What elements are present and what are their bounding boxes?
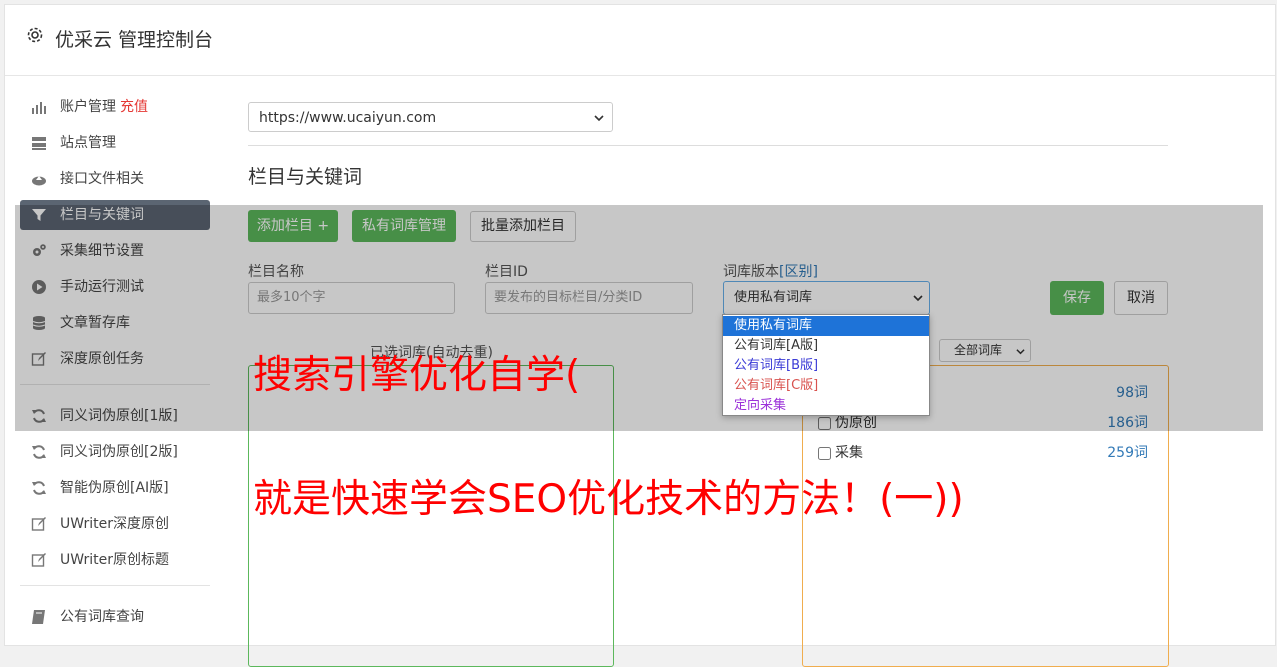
refresh-icon: [32, 481, 46, 495]
edit-icon: [31, 517, 46, 531]
sidebar-item-label: 站点管理: [60, 135, 116, 151]
sidebar-item-label: 接口文件相关: [60, 171, 144, 187]
category-checkbox[interactable]: [818, 446, 831, 460]
sidebar-item-label: 账户管理: [60, 99, 116, 115]
sidebar-item-account[interactable]: 账户管理 充值: [20, 92, 210, 122]
site-select-value: https://www.ucaiyun.com: [259, 110, 437, 126]
sidebar-item-public-lib-query[interactable]: 公有词库查询: [20, 602, 210, 632]
lib-version-dropdown[interactable]: 使用私有词库 公有词库[A版] 公有词库[B版] 公有词库[C版] 定向采集: [722, 314, 930, 416]
category-row[interactable]: 采集: [818, 442, 863, 462]
sidebar-item-label: UWriter原创标题: [60, 552, 169, 568]
sidebar-item-uwriter-deep[interactable]: UWriter深度原创: [20, 509, 210, 539]
dropdown-option[interactable]: 公有词库[A版]: [723, 336, 929, 356]
dropdown-option[interactable]: 公有词库[B版]: [723, 356, 929, 376]
console-title: 优采云 管理控制台: [55, 29, 214, 51]
sidebar-item-interface-files[interactable]: 接口文件相关: [20, 164, 210, 194]
edit-icon: [31, 553, 46, 567]
modal-overlay: [15, 205, 1263, 431]
divider-line: [248, 145, 1168, 146]
sidebar-item-sites[interactable]: 站点管理: [20, 128, 210, 158]
refresh-icon: [32, 445, 46, 459]
server-icon: [32, 137, 46, 150]
banner-line-1: 搜索引擎优化自学(: [253, 353, 581, 398]
sidebar-item-ai-rewrite[interactable]: 智能伪原创[AI版]: [20, 473, 210, 503]
dropdown-option[interactable]: 定向采集: [723, 396, 929, 416]
dropdown-option[interactable]: 使用私有词库: [723, 316, 929, 336]
chevron-down-icon: [594, 115, 604, 122]
sidebar-item-label: 公有词库查询: [60, 609, 144, 625]
site-select[interactable]: https://www.ucaiyun.com: [248, 102, 613, 132]
category-count: 259词: [1107, 445, 1148, 461]
sidebar-item-label: 智能伪原创[AI版]: [60, 480, 169, 496]
sidebar-item-label: 同义词伪原创[2版]: [60, 444, 178, 460]
sidebar-item-uwriter-title[interactable]: UWriter原创标题: [20, 545, 210, 575]
dropdown-option[interactable]: 公有词库[C版]: [723, 376, 929, 396]
book-icon: [32, 610, 45, 624]
sidebar-item-label: UWriter深度原创: [60, 516, 169, 532]
gear-icon: [27, 27, 43, 43]
cloud-upload-icon: [32, 176, 46, 186]
banner-line-2: 就是快速学会SEO优化技术的方法！(一)): [253, 477, 964, 522]
top-header: 优采云 管理控制台: [5, 5, 1275, 76]
sidebar-divider: [20, 585, 210, 586]
recharge-link[interactable]: 充值: [120, 99, 148, 115]
section-title: 栏目与关键词: [248, 166, 363, 188]
sidebar-item-synonym-v2[interactable]: 同义词伪原创[2版]: [20, 437, 210, 467]
bar-chart-icon: [32, 102, 46, 114]
